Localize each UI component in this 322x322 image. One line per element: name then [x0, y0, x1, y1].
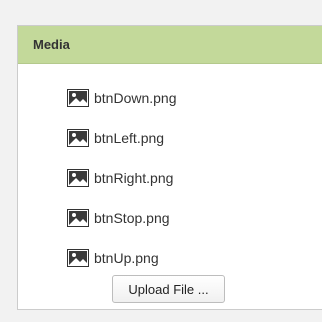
window-background: Media btnDown.png btnLeft.png btnRight.p…	[0, 0, 322, 322]
upload-file-button[interactable]: Upload File ...	[112, 275, 225, 303]
media-panel-header: Media	[18, 26, 322, 64]
media-file-name: btnLeft.png	[94, 130, 165, 146]
media-file-list: btnDown.png btnLeft.png btnRight.png btn…	[67, 83, 177, 283]
image-file-icon	[67, 249, 89, 267]
media-file-name: btnDown.png	[94, 90, 177, 106]
media-file-name: btnUp.png	[94, 250, 159, 266]
media-file-name: btnRight.png	[94, 170, 174, 186]
image-file-icon	[67, 209, 89, 227]
media-file-item[interactable]: btnRight.png	[67, 163, 177, 193]
media-file-item[interactable]: btnLeft.png	[67, 123, 177, 153]
media-file-item[interactable]: btnDown.png	[67, 83, 177, 113]
panel-title: Media	[33, 37, 70, 52]
image-file-icon	[67, 169, 89, 187]
image-file-icon	[67, 129, 89, 147]
media-file-item[interactable]: btnStop.png	[67, 203, 177, 233]
image-file-icon	[67, 89, 89, 107]
media-panel: Media btnDown.png btnLeft.png btnRight.p…	[17, 25, 322, 310]
media-file-name: btnStop.png	[94, 210, 170, 226]
media-file-item[interactable]: btnUp.png	[67, 243, 177, 273]
